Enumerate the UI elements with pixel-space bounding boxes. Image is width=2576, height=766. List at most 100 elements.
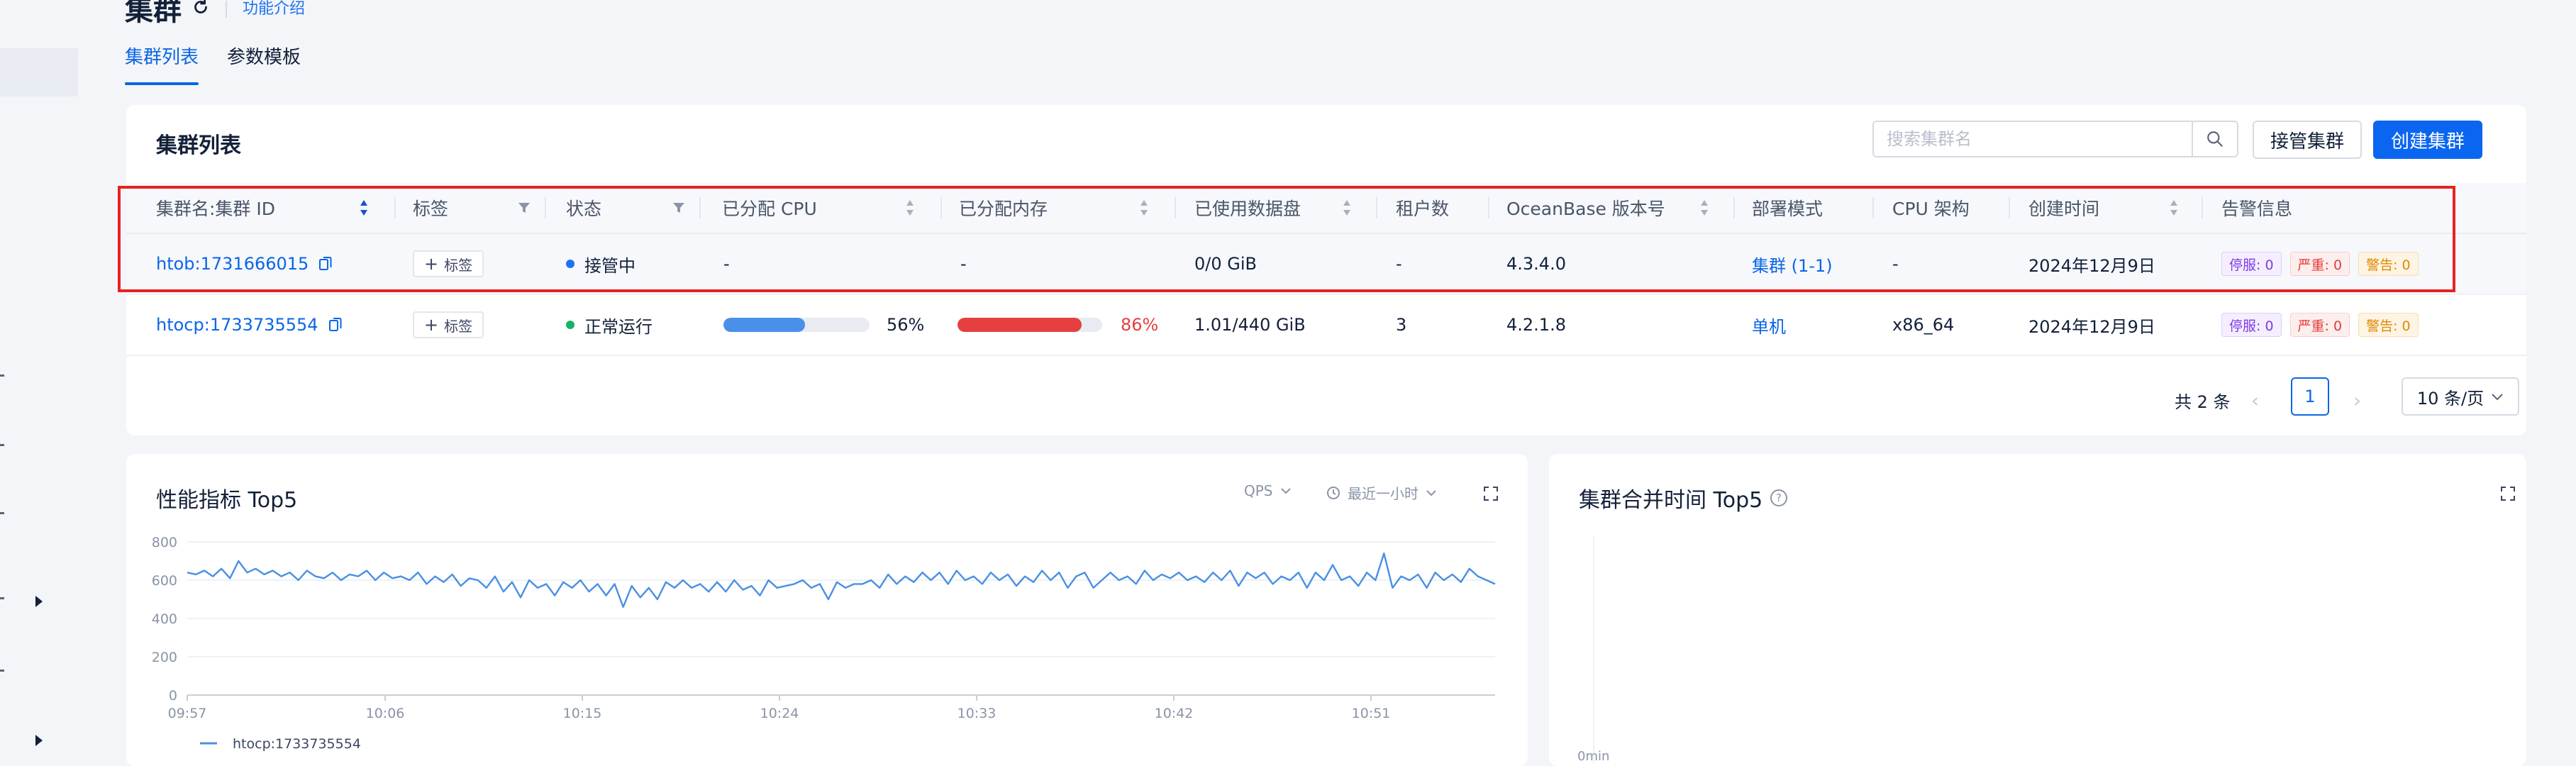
plus-icon: + — [424, 254, 439, 274]
help-circle-icon[interactable]: ? — [1770, 489, 1788, 507]
column-header-memory[interactable]: 已分配内存 — [959, 183, 1048, 233]
sidebar-marker — [0, 374, 4, 377]
copy-icon[interactable] — [328, 316, 343, 333]
deploy-mode-link[interactable]: 单机 — [1752, 295, 1786, 355]
page-header: 集群 功能介绍 — [125, 0, 305, 28]
column-header-name[interactable]: 集群名:集群 ID — [156, 183, 275, 233]
x-tick-label: 09:57 — [168, 706, 207, 721]
card-title: 集群列表 — [156, 133, 241, 158]
status-dot-icon — [566, 321, 574, 329]
x-tick-label: 10:42 — [1155, 706, 1194, 721]
memory-percent: 86% — [1121, 315, 1159, 335]
column-header-tags[interactable]: 标签 — [413, 183, 448, 233]
search-input[interactable] — [1874, 122, 2192, 156]
column-header-version[interactable]: OceanBase 版本号 — [1506, 183, 1665, 233]
alerts-cell: 停服: 0 严重: 0 警告: 0 — [2221, 295, 2427, 355]
cluster-name-link[interactable]: htob:1731666015 — [156, 254, 309, 274]
status-text: 正常运行 — [584, 316, 653, 337]
column-header-status[interactable]: 状态 — [566, 183, 601, 233]
y-tick-label: 0 — [169, 688, 177, 704]
column-header-alerts[interactable]: 告警信息 — [2221, 183, 2292, 233]
card-title: 集群合并时间 Top5 — [1579, 488, 1763, 513]
column-header-cpu-arch[interactable]: CPU 架构 — [1892, 183, 1970, 233]
y-tick-label: 200 — [152, 650, 177, 665]
search-button[interactable] — [2192, 122, 2237, 156]
alert-stop-badge[interactable]: 停服: 0 — [2221, 313, 2282, 337]
deploy-mode-link[interactable]: 集群 (1-1) — [1752, 234, 1833, 294]
takeover-cluster-button[interactable]: 接管集群 — [2253, 121, 2362, 159]
page-title: 集群 — [125, 0, 182, 27]
sort-icon[interactable] — [1342, 199, 1352, 217]
alert-warn-badge[interactable]: 警告: 0 — [2358, 313, 2419, 337]
column-header-deploy-mode[interactable]: 部署模式 — [1752, 183, 1823, 233]
expand-caret-icon[interactable] — [35, 735, 43, 746]
qps-line-chart: 800 600 400 200 0 09:57 10:06 10:15 10:24 10:33 10… — [152, 535, 1496, 752]
alert-warn-badge[interactable]: 警告: 0 — [2358, 252, 2419, 276]
tab-parameter-templates[interactable]: 参数模板 — [227, 43, 301, 85]
divider — [226, 1, 227, 18]
cluster-name-cell: htob:1731666015 — [156, 234, 333, 294]
filter-icon[interactable] — [672, 201, 685, 214]
cluster-list-card: 集群列表 接管集群 创建集群 集群名:集群 ID 标签 状态 已分配 CPU 已… — [126, 105, 2526, 435]
disk-cell: 1.01/440 GiB — [1194, 315, 1306, 335]
filter-icon[interactable] — [518, 201, 531, 214]
plus-icon: + — [424, 315, 439, 335]
sort-icon[interactable] — [359, 199, 369, 217]
sort-icon[interactable] — [1699, 199, 1709, 217]
svg-text:?: ? — [1776, 492, 1782, 504]
performance-top5-card: 性能指标 Top5 QPS 最近一小时 800 600 400 200 0 09:57 10… — [126, 454, 1528, 766]
chart-axis-line — [1593, 536, 1594, 763]
add-tag-button[interactable]: + 标签 — [413, 311, 484, 338]
page-number-button[interactable]: 1 — [2291, 377, 2329, 416]
expand-caret-icon[interactable] — [35, 596, 43, 607]
create-cluster-button[interactable]: 创建集群 — [2373, 121, 2482, 159]
y-axis-label: 0min — [1577, 749, 1610, 764]
sidebar-marker — [0, 512, 4, 514]
column-header-created[interactable]: 创建时间 — [2028, 183, 2099, 233]
cluster-name-link[interactable]: htocp:1733735554 — [156, 315, 318, 335]
copy-icon[interactable] — [318, 255, 333, 272]
left-sidebar-strip — [0, 0, 78, 758]
tag-button-label: 标签 — [444, 317, 473, 335]
x-tick-label: 10:51 — [1352, 706, 1391, 721]
page-size-value: 10 条/页 — [2416, 388, 2485, 409]
tab-cluster-list[interactable]: 集群列表 — [125, 43, 199, 85]
page-tabs: 集群列表 参数模板 — [125, 43, 301, 85]
prev-page-icon[interactable]: ‹ — [2251, 380, 2259, 420]
alert-severe-badge[interactable]: 严重: 0 — [2289, 252, 2350, 276]
sort-icon[interactable] — [2169, 199, 2179, 217]
column-header-disk[interactable]: 已使用数据盘 — [1194, 183, 1301, 233]
alert-stop-badge[interactable]: 停服: 0 — [2221, 252, 2282, 276]
sort-icon[interactable] — [905, 199, 915, 217]
memory-progress-bar — [957, 318, 1102, 332]
search-box — [1872, 121, 2238, 157]
card-title-wrap: 集群合并时间 Top5 ? — [1579, 482, 1788, 514]
legend-label[interactable]: htocp:1733735554 — [233, 736, 361, 752]
next-page-icon[interactable]: › — [2353, 380, 2361, 420]
add-tag-button[interactable]: + 标签 — [413, 250, 484, 277]
page-size-select[interactable]: 10 条/页 — [2402, 377, 2519, 416]
column-separator — [394, 197, 396, 218]
y-tick-label: 600 — [152, 573, 177, 589]
search-icon — [2207, 131, 2223, 147]
column-header-tenants[interactable]: 租户数 — [1396, 183, 1449, 233]
disk-cell: 0/0 GiB — [1194, 254, 1257, 274]
table-row: htocp:1733735554 + 标签 正常运行 56% 86% 1.01/4… — [126, 295, 2526, 356]
sort-icon[interactable] — [1139, 199, 1149, 217]
alert-severe-badge[interactable]: 严重: 0 — [2289, 313, 2350, 337]
column-separator — [1733, 197, 1735, 218]
refresh-icon[interactable] — [190, 0, 211, 18]
help-link[interactable]: 功能介绍 — [243, 0, 305, 18]
column-header-cpu[interactable]: 已分配 CPU — [722, 183, 817, 233]
cpu-arch-cell: x86_64 — [1892, 315, 1955, 335]
memory-cell: 86% — [957, 295, 1158, 355]
column-separator — [1872, 197, 1874, 218]
y-tick-label: 400 — [152, 611, 177, 627]
fullscreen-icon[interactable] — [2499, 485, 2516, 502]
cpu-cell: - — [723, 254, 730, 274]
column-separator — [699, 197, 701, 218]
table-header: 集群名:集群 ID 标签 状态 已分配 CPU 已分配内存 已使用数据盘 租户数… — [126, 183, 2526, 234]
memory-progress-fill — [957, 318, 1082, 332]
created-cell: 2024年12月9日 — [2028, 255, 2155, 276]
sidebar-active-item[interactable] — [0, 48, 78, 96]
